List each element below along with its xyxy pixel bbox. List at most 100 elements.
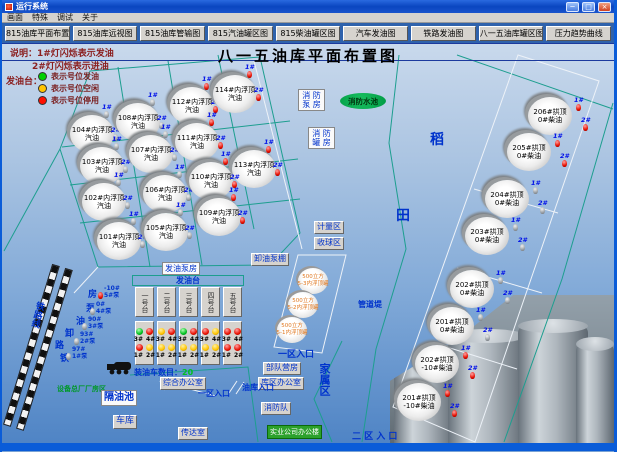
tank-label: 202#拱顶-10#柴油 — [415, 345, 459, 383]
lamp-bulb — [240, 217, 245, 224]
bay-position-lamp — [234, 328, 241, 335]
signal-lamp: 2# — [185, 225, 194, 239]
loading-bay-label: 二号台 — [157, 287, 176, 317]
truck-icon — [106, 359, 134, 375]
depot-gate-label: 油库入口 — [242, 382, 274, 393]
lamp-bulb — [223, 158, 228, 165]
app-window: 运行系统 ─ □ × 画面 特殊 调试 关于 815油库平面布置图 815油库远… — [0, 0, 617, 452]
signal-lamp: 2# — [123, 195, 132, 209]
zone2-entrance-label: 二 区 入 口 — [352, 429, 397, 442]
tank-label: 109#内浮顶汽油 — [197, 198, 241, 236]
storage-tank[interactable]: 203#拱顶0#柴油1#2# — [465, 217, 509, 255]
close-button[interactable]: × — [598, 2, 611, 12]
lamp-bulb — [218, 142, 223, 149]
loading-bay-label: 一号台 — [135, 287, 154, 317]
storage-tank[interactable]: 206#拱顶0#柴油1#2# — [528, 97, 572, 135]
storage-tank[interactable]: 202#拱顶0#柴油1#2# — [450, 270, 494, 308]
lamp-bulb — [576, 104, 581, 111]
photo-tank — [576, 343, 614, 443]
menu-bar: 画面 特殊 调试 关于 — [2, 13, 614, 23]
signal-lamp: 1# — [102, 104, 111, 118]
lamp-bulb — [540, 207, 545, 214]
signal-lamp: 2# — [238, 210, 247, 224]
storage-tank[interactable]: 107#内浮顶汽油1#2# — [129, 135, 173, 173]
lamp-bulb — [470, 372, 475, 379]
signal-lamp: 2# — [273, 162, 282, 176]
legend-item-label: 表示号位发油 — [51, 71, 99, 82]
window-bottom-border — [2, 443, 614, 451]
tank-label: 202#拱顶0#柴油 — [450, 270, 494, 308]
railway-pumphouse-char: 路 — [55, 338, 64, 351]
tank-label: 206#拱顶0#柴油 — [528, 97, 572, 135]
signal-lamp: 1# — [574, 97, 583, 111]
toolbar-button-truck-dispatch[interactable]: 汽车发油图 — [343, 26, 408, 41]
signal-lamp: 2# — [216, 135, 225, 149]
firewater-tank: 500立方5-2内浮顶罐 — [288, 292, 318, 318]
bay-position-lamp — [146, 344, 153, 351]
toolbar-button-pressure-trend[interactable]: 压力趋势曲线 — [546, 26, 611, 41]
maximize-button[interactable]: □ — [582, 2, 595, 12]
menu-about[interactable]: 关于 — [82, 12, 98, 23]
signal-lamp: 1# — [114, 172, 123, 186]
menu-screen[interactable]: 画面 — [7, 12, 23, 23]
loading-bay-label: 三号台 — [179, 287, 198, 317]
signal-lamp: 1# — [202, 76, 211, 90]
truck-count-line: 装油车数目：20 — [134, 367, 193, 378]
lamp-bulb — [533, 187, 538, 194]
lamp-bulb — [209, 119, 214, 126]
lamp-bulb — [513, 224, 518, 231]
storage-tank[interactable]: 205#拱顶0#柴油1#2# — [507, 133, 551, 171]
bay-position-lamp — [212, 328, 219, 335]
app-icon — [5, 3, 13, 11]
plant-map-canvas: 八一五油库平面布置图 说明：1#灯闪烁表示发油 2#灯闪烁表示进油 发油台： 表… — [2, 43, 614, 443]
toolbar-button-diesel-area[interactable]: 815柴油罐区图 — [276, 26, 341, 41]
lamp-bulb — [498, 277, 503, 284]
legend-line1: 说明：1#灯闪烁表示发油 — [10, 46, 114, 59]
storage-tank[interactable]: 201#拱顶-10#柴油1#2# — [397, 383, 441, 421]
storage-tank[interactable]: 111#内浮顶汽油1#2# — [175, 123, 219, 161]
bay-position-lamp — [180, 344, 187, 351]
lamp-bulb — [562, 160, 567, 167]
storage-tank[interactable]: 109#内浮顶汽油1#2# — [197, 198, 241, 236]
signal-lamp: 2# — [538, 200, 547, 214]
lamp-bulb — [445, 390, 450, 397]
signal-lamp: 1# — [148, 92, 157, 106]
storage-tank[interactable]: 102#内浮顶汽油1#2# — [82, 183, 126, 221]
tank-label: 203#拱顶0#柴油 — [465, 217, 509, 255]
loading-bay-lights: 3#4#1#2# — [223, 321, 242, 365]
lamp-bulb — [231, 194, 236, 201]
toolbar-button-rail-dispatch[interactable]: 铁路发油图 — [411, 26, 476, 41]
lamp-bulb — [583, 124, 588, 131]
loading-bay-lights: 3#4#1#2# — [201, 321, 220, 365]
rice-field-char1: 稻 — [430, 129, 444, 149]
menu-special[interactable]: 特殊 — [32, 12, 48, 23]
fire-tank-house: 消 防 罐 房 — [308, 127, 335, 149]
garage: 车库 — [113, 415, 137, 429]
storage-tank[interactable]: 101#内浮顶汽油1#2# — [97, 222, 141, 260]
bay-position-lamp — [202, 344, 209, 351]
storage-tank[interactable]: 201#拱顶0#柴油1#2# — [430, 307, 474, 345]
lamp-bulb — [256, 94, 261, 101]
storage-tank[interactable]: 114#内浮顶汽油1#2# — [213, 75, 257, 113]
storage-tank[interactable]: 202#拱顶-10#柴油1#2# — [415, 345, 459, 383]
storage-tank[interactable]: 110#内浮顶汽油1#2# — [189, 162, 233, 200]
toolbar-button-plan[interactable]: 815油库平面布置图 — [5, 26, 70, 41]
signal-lamp: 1# — [264, 139, 273, 153]
bay-position-lamp — [202, 328, 209, 335]
toolbar-button-pipeline[interactable]: 815油库管输图 — [140, 26, 205, 41]
minimize-button[interactable]: ─ — [566, 2, 579, 12]
storage-tank[interactable]: 105#内浮顶汽油1#2# — [144, 213, 188, 251]
factory-area-label: 设备总厂厂房区 — [57, 384, 106, 394]
bay-position-lamp — [234, 344, 241, 351]
loading-bay-lights: 3#4#1#2# — [179, 321, 198, 365]
menu-debug[interactable]: 调试 — [57, 12, 73, 23]
lamp-bulb — [114, 143, 119, 150]
signal-lamp: 1# — [129, 211, 138, 225]
oil-separation-pool: 隔油池 — [101, 390, 137, 406]
toolbar-button-tank-area[interactable]: 八一五油库罐区图 — [479, 26, 544, 41]
toolbar-button-distant-view[interactable]: 815油库远视图 — [73, 26, 138, 41]
lamp-bulb — [266, 146, 271, 153]
storage-tank[interactable]: 204#拱顶0#柴油1#2# — [485, 180, 529, 218]
lamp-bulb — [452, 410, 457, 417]
toolbar-button-gasoline-area[interactable]: 815汽油罐区图 — [208, 26, 273, 41]
